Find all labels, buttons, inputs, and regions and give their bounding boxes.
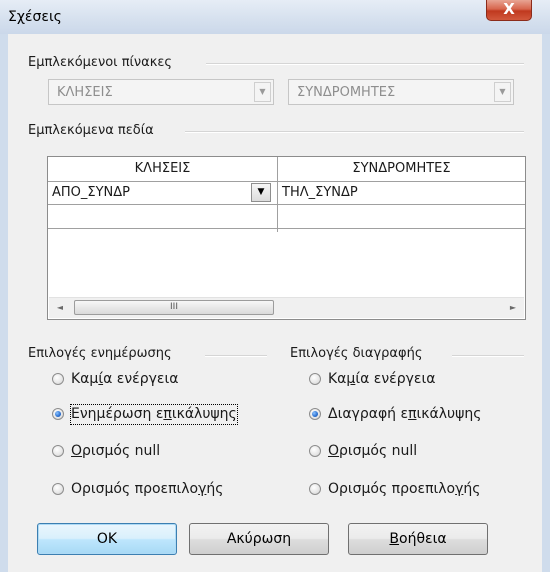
radio-button-selected[interactable] — [52, 408, 64, 420]
window-title: Σχέσεις — [8, 9, 62, 25]
right-table-value: ΣΥΝΔΡΟΜΗΤΕΣ — [297, 85, 396, 100]
dropdown-arrow-icon[interactable]: ▼ — [251, 183, 271, 202]
chevron-down-icon[interactable]: ▼ — [254, 82, 271, 102]
radio-button[interactable] — [52, 373, 64, 385]
close-button[interactable]: X — [486, 0, 532, 21]
chevron-down-icon[interactable]: ▼ — [494, 82, 511, 102]
left-table-value: ΚΛΗΣΕΙΣ — [57, 85, 113, 100]
radio-button[interactable] — [309, 483, 321, 495]
close-icon: X — [503, 0, 515, 18]
radio-button-selected[interactable] — [309, 408, 321, 420]
fields-group-separator — [185, 131, 524, 133]
help-button[interactable]: Βοήθεια — [348, 523, 488, 555]
radio-button[interactable] — [52, 483, 64, 495]
window-frame-right — [542, 34, 550, 572]
window-frame-left — [0, 34, 8, 572]
ok-button[interactable]: OK — [37, 523, 177, 555]
grid-cell-right[interactable] — [278, 205, 525, 227]
tables-group-separator — [206, 63, 524, 65]
update-group-separator — [205, 355, 267, 357]
column-header-right[interactable]: ΣΥΝΔΡΟΜΗΤΕΣ — [278, 157, 525, 182]
update-options-label: Επιλογές ενημέρωσης — [28, 346, 178, 361]
delete-group-separator — [452, 355, 524, 357]
right-table-combo[interactable]: ΣΥΝΔΡΟΜΗΤΕΣ ▼ — [288, 79, 514, 105]
grid-cell-right[interactable]: ΤΗΛ_ΣΥΝΔΡ — [278, 182, 525, 204]
radio-button[interactable] — [52, 445, 64, 457]
horizontal-scrollbar[interactable]: ◄ III ► — [49, 297, 524, 318]
delete-options-label: Επιλογές διαγραφής — [290, 346, 429, 361]
fields-grid: ΚΛΗΣΕΙΣ ΣΥΝΔΡΟΜΗΤΕΣ ΑΠΟ_ΣΥΝΔΡ ▼ ΤΗΛ_ΣΥΝΔ… — [47, 156, 526, 320]
fields-group-label: Εμπλεκόμενα πεδία — [28, 123, 160, 138]
grid-cell-left[interactable] — [48, 205, 277, 227]
radio-button[interactable] — [309, 445, 321, 457]
scroll-thumb[interactable]: III — [74, 300, 274, 315]
scroll-right-icon[interactable]: ► — [505, 300, 521, 316]
title-bar: Σχέσεις — [0, 0, 550, 34]
scroll-left-icon[interactable]: ◄ — [52, 300, 68, 316]
column-header-left[interactable]: ΚΛΗΣΕΙΣ — [48, 157, 277, 182]
tables-group-label: Εμπλεκόμενοι πίνακες — [28, 55, 179, 70]
radio-button[interactable] — [309, 373, 321, 385]
row-divider — [48, 228, 525, 229]
grid-cell-left[interactable]: ΑΠΟ_ΣΥΝΔΡ — [48, 182, 248, 204]
cancel-button[interactable]: Ακύρωση — [189, 523, 329, 555]
left-table-combo[interactable]: ΚΛΗΣΕΙΣ ▼ — [48, 79, 274, 105]
